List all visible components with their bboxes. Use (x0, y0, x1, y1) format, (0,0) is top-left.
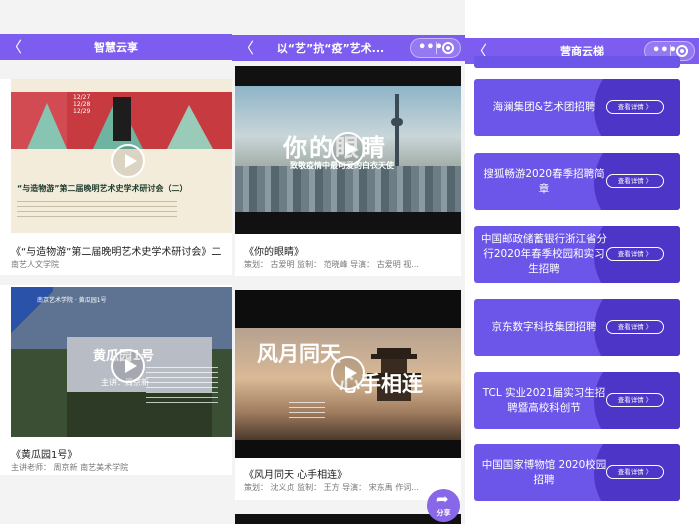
view-details-button[interactable]: 查看详情 〉 (606, 100, 664, 114)
job-title: 中国国家博物馆 2020校园招聘 (481, 458, 607, 486)
job-title: 京东数字科技集团招聘 (491, 321, 597, 333)
view-details-button[interactable]: 查看详情 〉 (606, 465, 664, 479)
video-thumbnail: 风月同天 心手相连 (235, 290, 461, 458)
view-details-button[interactable]: 查看详情 〉 (606, 393, 664, 407)
panel-art-fight-epidemic: 〈 以“艺”抗“疫”艺术... ••• 你的眼睛 致敬疫情中最可爱的白衣天使 《… (232, 0, 465, 524)
share-label: 分享 (436, 509, 451, 517)
panel-smart-cloud: 〈 智慧云享 12/27 12/28 12/29 “与造物游”第二届晚明艺术史学… (0, 0, 232, 524)
job-card[interactable]: 搜狐畅游2020春季招聘简章 查看详情 〉 (474, 153, 680, 210)
video-author: 主讲老师： 周京新 南艺美术学院 (11, 463, 129, 472)
lecture-banner: 南京艺术学院 · 黄瓜园1号 (37, 297, 107, 304)
video-heading-left: 风月同天 (257, 342, 341, 366)
video-author: 南艺人文学院 (11, 260, 59, 269)
play-icon[interactable] (331, 356, 365, 390)
share-icon: ➦ (436, 490, 449, 508)
job-card[interactable]: 中国国家博物馆 2020校园招聘 查看详情 〉 (474, 444, 680, 501)
share-button[interactable]: ➦ 分享 (427, 489, 460, 522)
job-title: 海澜集团&艺术团招聘 (492, 101, 596, 113)
job-card[interactable]: 京东数字科技集团招聘 查看详情 〉 (474, 299, 680, 356)
job-title: 中国邮政储蓄银行浙江省分行2020年春季校园和实习生招聘 (481, 233, 607, 275)
capsule-divider (436, 42, 437, 54)
view-details-button[interactable]: 查看详情 〉 (606, 247, 664, 261)
video-thumbnail: 12/27 12/28 12/29 “与造物游”第二届晚明艺术史学术研讨会（二） (11, 79, 232, 233)
video-card[interactable]: 南京艺术学院 · 黄瓜园1号 黄瓜园1号 主讲：周京新 《黄瓜园1号》 主讲老师… (0, 285, 232, 475)
video-card[interactable]: 你的眼睛 致敬疫情中最可爱的白衣天使 《你的眼睛》 策划： 古爱明 监制： 范晓… (235, 66, 461, 276)
video-title[interactable]: 《“与造物游”第二届晚明艺术史学术研讨会》二 (11, 243, 232, 258)
mini-program-capsule: ••• (410, 38, 461, 58)
job-card-partial[interactable] (474, 56, 680, 68)
video-card[interactable]: 风月同天 心手相连 《风月同天 心手相连》 策划： 沈义贞 监制： 王方 导演：… (235, 290, 461, 500)
job-card[interactable]: 中国邮政储蓄银行浙江省分行2020年春季校园和实习生招聘 查看详情 〉 (474, 226, 680, 283)
video-credits: 策划： 古爱明 监制： 范晓峰 导演： 古爱明 视... (244, 260, 419, 269)
nav-title: 以“艺”抗“疫”艺术... (276, 42, 385, 55)
nav-bar: 〈 以“艺”抗“疫”艺术... ••• (232, 35, 465, 61)
video-thumbnail: 你的眼睛 致敬疫情中最可爱的白衣天使 (235, 66, 461, 234)
video-card[interactable]: 12/27 12/28 12/29 “与造物游”第二届晚明艺术史学术研讨会（二）… (0, 79, 232, 275)
video-thumbnail: 南京艺术学院 · 黄瓜园1号 黄瓜园1号 主讲：周京新 (11, 287, 232, 437)
seminar-dates: 12/27 12/28 12/29 (73, 94, 91, 115)
job-title: TCL 实业2021届实习生招聘暨高校科创节 (482, 386, 606, 414)
play-icon[interactable] (111, 349, 145, 383)
back-button[interactable]: 〈 (7, 37, 22, 57)
job-card[interactable]: 海澜集团&艺术团招聘 查看详情 〉 (474, 79, 680, 136)
video-credits: 策划： 沈义贞 监制： 王方 导演： 宋东禹 作词... (244, 483, 419, 492)
nav-bar: 〈 智慧云享 (0, 34, 232, 60)
video-title[interactable]: 《黄瓜园1号》 (11, 446, 232, 461)
close-icon[interactable] (442, 42, 454, 54)
job-card-edge (474, 56, 680, 68)
view-details-button[interactable]: 查看详情 〉 (606, 320, 664, 334)
video-title[interactable]: 《风月同天 心手相连》 (244, 466, 454, 481)
back-button[interactable]: 〈 (239, 38, 254, 58)
panel-business-ladder: 〈 营商云梯 ••• 海澜集团&艺术团招聘 查看详情 〉 搜狐畅游2020春季招… (465, 0, 699, 524)
play-icon[interactable] (331, 132, 365, 166)
nav-title: 智慧云享 (94, 41, 138, 54)
play-icon[interactable] (111, 144, 145, 178)
job-card[interactable]: TCL 实业2021届实习生招聘暨高校科创节 查看详情 〉 (474, 372, 680, 429)
seminar-heading: “与造物游”第二届晚明艺术史学术研讨会（二） (17, 184, 188, 193)
more-menu-icon[interactable]: ••• (418, 41, 443, 55)
view-details-button[interactable]: 查看详情 〉 (606, 174, 664, 188)
job-title: 搜狐畅游2020春季招聘简章 (483, 167, 605, 195)
video-title[interactable]: 《你的眼睛》 (244, 243, 454, 258)
